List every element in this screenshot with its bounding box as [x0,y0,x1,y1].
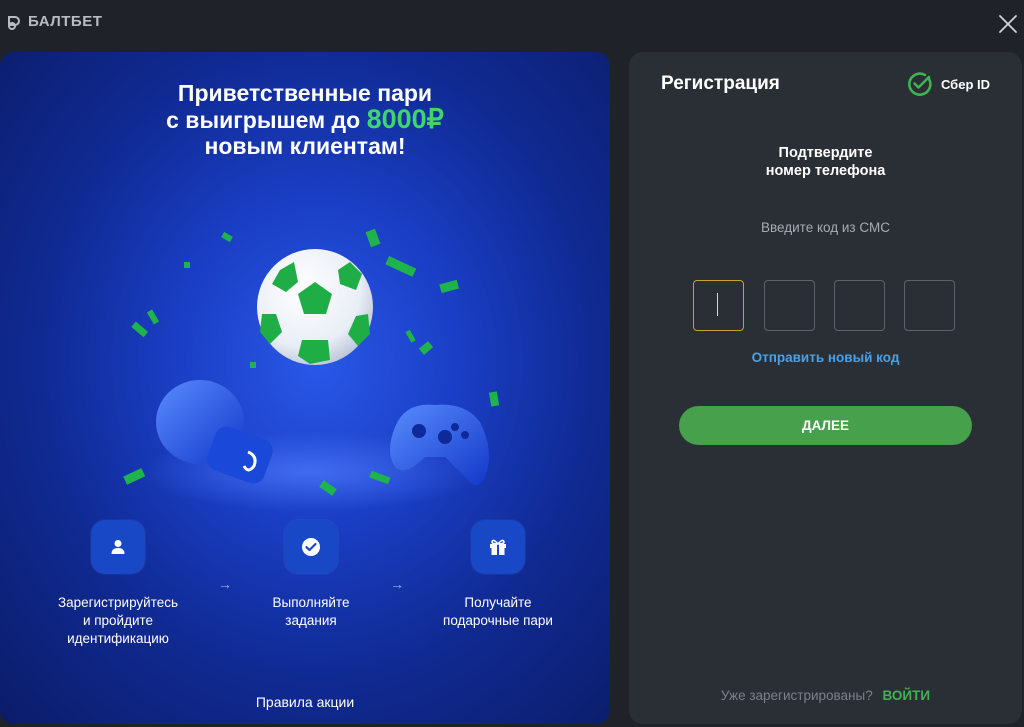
brand-logo[interactable]: БАЛТБЕТ [6,13,102,30]
confirm-line2: номер телефона [765,163,886,179]
promo-title-line3: новым клиентам! [204,133,406,159]
code-digit-4[interactable] [904,280,955,331]
steps-list: Зарегистрируйтесь и пройдите идентификац… [0,520,610,670]
registration-panel: Регистрация Сбер ID Подтвердите номер те… [629,52,1022,724]
close-icon [999,15,1017,33]
promo-title: Приветственные пари с выигрышем до 8000₽… [0,80,610,159]
step-tasks-text: Выполняйте задания [211,594,411,630]
step-register-line1: Зарегистрируйтесь [57,595,179,610]
sber-id-label: Сбер ID [940,76,990,92]
step-gifts-line1: Получайте [464,595,532,610]
user-icon [91,520,145,574]
next-button[interactable]: ДАЛЕЕ [679,406,972,445]
gift-icon [471,520,525,574]
step-tasks-line2: задания [285,613,337,628]
code-digit-3[interactable] [834,280,885,331]
code-digit-1[interactable] [693,280,744,331]
promo-rules-link[interactable]: Правила акции [0,694,610,710]
sms-code-hint: Введите код из СМС [761,220,890,235]
step-gifts-line2: подарочные пари [443,613,553,628]
close-button[interactable] [996,12,1020,36]
text-cursor [717,293,718,316]
confirm-phone-heading: Подтвердите номер телефона [629,144,1022,180]
promo-title-line2: с выигрышем до 8000₽ [0,104,610,134]
step-register: Зарегистрируйтесь и пройдите идентификац… [18,520,218,648]
logo-text: БАЛТБЕТ [28,13,103,30]
step-gifts: Получайте подарочные пари [398,520,598,630]
sms-code-inputs [693,280,957,331]
login-link[interactable]: ВОЙТИ [882,688,930,703]
already-registered-text: Уже зарегистрированы? [720,688,873,703]
promo-title-line1: Приветственные пари [177,80,433,106]
promo-panel: Приветственные пари с выигрышем до 8000₽… [0,52,610,724]
confirm-line1: Подтвердите [778,145,873,161]
registration-title: Регистрация [661,73,780,94]
step-register-line3: идентификацию [67,631,169,646]
promo-illustration [123,228,500,512]
promo-title-prefix: с выигрышем до [166,107,361,133]
check-icon [284,520,338,574]
login-prompt: Уже зарегистрированы? ВОЙТИ [629,688,1022,703]
step-register-line2: и пройдите [82,613,154,628]
sber-id-button[interactable]: Сбер ID [907,71,990,97]
logo-icon [8,15,20,30]
step-tasks: Выполняйте задания [211,520,411,630]
top-bar: БАЛТБЕТ [0,0,1024,48]
step-tasks-line1: Выполняйте [272,595,350,610]
resend-code-link[interactable]: Отправить новый код [629,350,1022,365]
promo-amount: 8000₽ [366,104,444,134]
step-register-text: Зарегистрируйтесь и пройдите идентификац… [18,594,218,648]
step-gifts-text: Получайте подарочные пари [398,594,598,630]
code-digit-2[interactable] [764,280,815,331]
sber-check-icon [908,72,932,96]
